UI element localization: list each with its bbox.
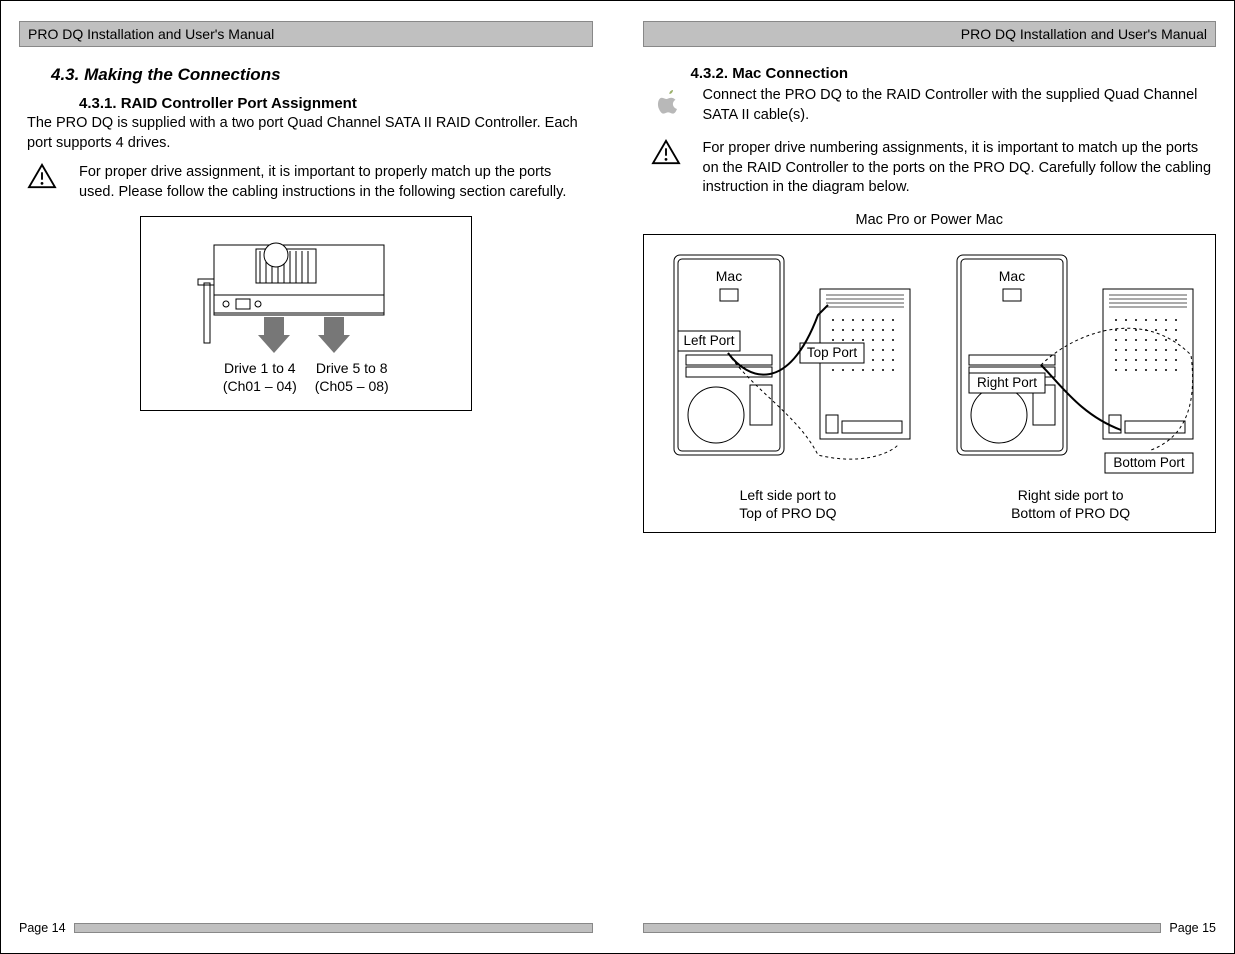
drive-labels: Drive 1 to 4 (Ch01 – 04) Drive 5 to 8 (C… <box>151 359 461 395</box>
warning-icon <box>27 163 63 194</box>
warning-note-right: For proper drive numbering assignments, … <box>651 139 1213 198</box>
footer-right: Page 15 <box>643 921 1217 935</box>
svg-text:Mac: Mac <box>716 268 742 284</box>
heading-4-3-1: 4.3.1. RAID Controller Port Assignment <box>79 95 593 112</box>
warning-text-left: For proper drive assignment, it is impor… <box>79 163 589 202</box>
caption-left-2: Top of PRO DQ <box>652 504 925 522</box>
warning-note-left: For proper drive assignment, it is impor… <box>27 163 589 202</box>
drive1-line1: Drive 1 to 4 <box>223 359 297 377</box>
footer-left: Page 14 <box>19 921 593 935</box>
svg-text:Bottom Port: Bottom Port <box>1113 455 1185 470</box>
caption-left-1: Left side port to <box>652 486 925 504</box>
page-15: PRO DQ Installation and User's Manual 4.… <box>643 21 1217 935</box>
caption-right-1: Right side port to <box>934 486 1207 504</box>
warning-icon <box>651 139 687 170</box>
page-number-15: Page 15 <box>1169 921 1216 935</box>
header-bar-right: PRO DQ Installation and User's Manual <box>643 21 1217 47</box>
drive2-line1: Drive 5 to 8 <box>315 359 389 377</box>
mac-intro-row: Connect the PRO DQ to the RAID Controlle… <box>651 86 1213 125</box>
raid-card-svg <box>196 235 416 355</box>
svg-text:Top Port: Top Port <box>807 345 858 360</box>
drive-label-1: Drive 1 to 4 (Ch01 – 04) <box>223 359 297 395</box>
footer-bar-left <box>74 923 593 933</box>
document-spread: PRO DQ Installation and User's Manual 4.… <box>0 0 1235 954</box>
mac-diagram-right: Mac <box>934 245 1207 522</box>
mac-intro-text: Connect the PRO DQ to the RAID Controlle… <box>703 86 1213 125</box>
warning-text-right: For proper drive numbering assignments, … <box>703 139 1213 198</box>
heading-4-3-2: 4.3.2. Mac Connection <box>691 65 1217 82</box>
apple-icon <box>651 86 687 118</box>
mac-diagram-left: Mac Left Port <box>652 245 925 522</box>
mac-diagram: Mac Left Port <box>643 234 1217 533</box>
drive2-line2: (Ch05 – 08) <box>315 377 389 395</box>
caption-right-2: Bottom of PRO DQ <box>934 504 1207 522</box>
drive1-line2: (Ch01 – 04) <box>223 377 297 395</box>
page-number-14: Page 14 <box>19 921 66 935</box>
page-14-content: 4.3. Making the Connections 4.3.1. RAID … <box>19 63 593 921</box>
drive-label-2: Drive 5 to 8 (Ch05 – 08) <box>315 359 389 395</box>
page-14: PRO DQ Installation and User's Manual 4.… <box>19 21 593 935</box>
footer-bar-right <box>643 923 1162 933</box>
raid-card-figure: Drive 1 to 4 (Ch01 – 04) Drive 5 to 8 (C… <box>140 216 472 410</box>
heading-4-3: 4.3. Making the Connections <box>51 65 593 85</box>
svg-text:Mac: Mac <box>998 268 1024 284</box>
mac-diagram-title: Mac Pro or Power Mac <box>643 212 1217 228</box>
intro-text-left: The PRO DQ is supplied with a two port Q… <box>27 114 589 153</box>
svg-text:Right Port: Right Port <box>977 375 1037 390</box>
page-15-content: 4.3.2. Mac Connection Connect the PRO DQ… <box>643 63 1217 921</box>
svg-text:Left Port: Left Port <box>683 333 734 348</box>
caption-right: Right side port to Bottom of PRO DQ <box>934 486 1207 522</box>
caption-left: Left side port to Top of PRO DQ <box>652 486 925 522</box>
header-bar-left: PRO DQ Installation and User's Manual <box>19 21 593 47</box>
